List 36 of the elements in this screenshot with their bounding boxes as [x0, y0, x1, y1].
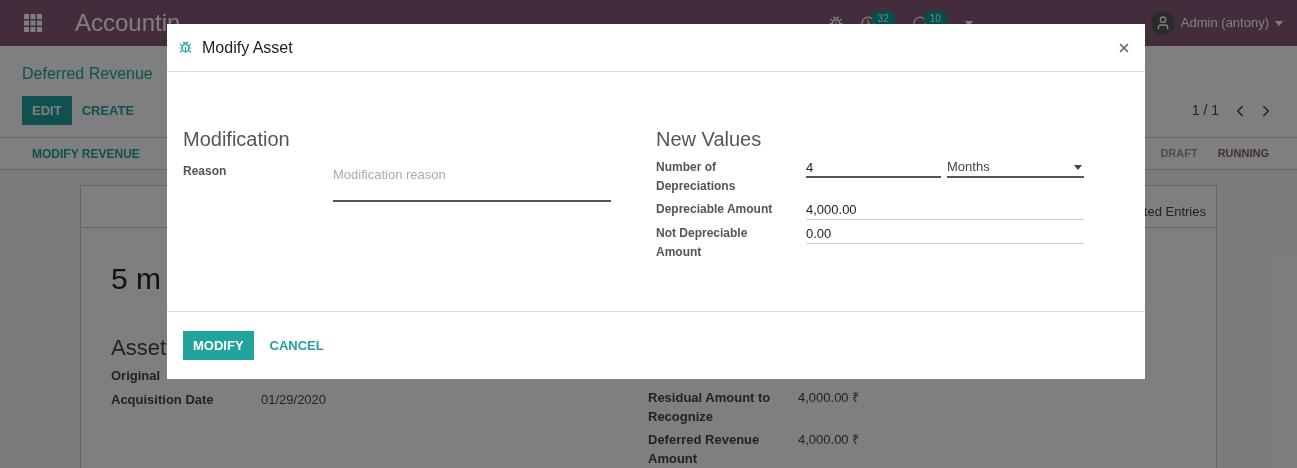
field-value: 4,000.00 ₹ [798, 431, 860, 449]
link-button[interactable]: CANCEL [259, 331, 334, 360]
section-heading: New Values [656, 127, 763, 152]
amount-input[interactable]: 0.00 [806, 224, 1084, 244]
primary-button[interactable]: MODIFY [183, 331, 254, 360]
field-label: Acquisition Date [111, 391, 215, 410]
caret-icon [1275, 20, 1283, 26]
avatar-icon [1150, 11, 1175, 35]
record-title: 5 m [111, 261, 161, 297]
primary-button[interactable]: EDIT [22, 96, 72, 125]
number-input[interactable]: 4 [806, 158, 941, 178]
breadcrumb[interactable]: Deferred Revenue [22, 65, 153, 82]
amount-input[interactable]: 4,000.00 [806, 200, 1084, 220]
pager-counter: 1 / 1 [1191, 101, 1219, 120]
field-label: Number of Depreciations [656, 159, 737, 195]
field-label: Reason [183, 163, 228, 180]
section-heading: Asset [111, 334, 167, 362]
section-heading: Modification [183, 127, 291, 152]
dialog-title: Modify Asset [202, 37, 293, 58]
bug-icon [179, 41, 192, 54]
notebook-tab[interactable]: ted Entries [1143, 201, 1206, 221]
link-button[interactable]: CREATE [71, 96, 145, 125]
unit-select[interactable]: Months [947, 158, 1084, 178]
field-label: Residual Amount to Recognize [648, 389, 772, 426]
field-label: Deferred Revenue Amount [648, 431, 761, 468]
field-label: Not Depreciable Amount [656, 225, 749, 261]
status-stage[interactable]: RUNNING [1211, 145, 1275, 162]
field-value: 01/29/2020 [261, 391, 327, 410]
field-label: Depreciable Amount [656, 201, 774, 218]
apps-grid-icon[interactable] [24, 14, 42, 32]
reason-field[interactable]: Modification reason [333, 162, 611, 202]
action-button[interactable]: MODIFY REVENUE [22, 144, 150, 163]
user-menu[interactable]: Admin (antony) [1150, 11, 1283, 35]
field-value: 4,000.00 ₹ [798, 389, 860, 407]
caret-icon [1074, 164, 1082, 170]
field-label: Original [111, 367, 162, 386]
